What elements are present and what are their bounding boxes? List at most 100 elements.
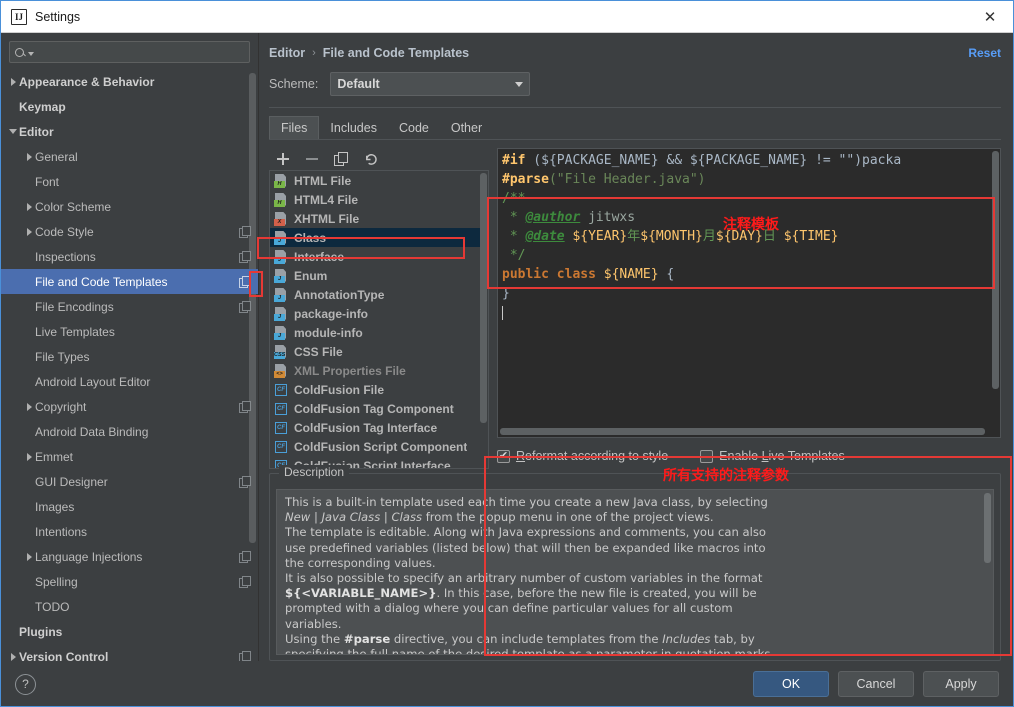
sidebar-item-label: File Types [35,350,250,364]
editor-hscrollbar[interactable] [500,428,985,435]
tab-label: Includes [330,121,377,135]
sidebar-item-appearance-behavior[interactable]: Appearance & Behavior [1,69,258,94]
description-text[interactable]: This is a built-in template used each ti… [276,489,994,655]
plus-icon[interactable] [275,151,291,167]
tab-files[interactable]: Files [269,116,319,139]
sidebar-item-font[interactable]: Font [1,169,258,194]
sidebar-item-file-types[interactable]: File Types [1,344,258,369]
description-line: New | Java Class | Class from the popup … [285,510,985,525]
template-tabs[interactable]: Files Includes CodeOther [269,116,1001,140]
file-template-label: HTML4 File [294,193,358,207]
code-line-2-rest: ("File Header.java") [549,172,706,187]
file-template-row[interactable]: JClass [270,228,488,247]
sidebar-item-intentions[interactable]: Intentions [1,519,258,544]
chevron-right-icon[interactable] [23,403,35,411]
tab-code[interactable]: Code [388,116,440,139]
file-template-row[interactable]: <>XML Properties File [270,361,488,380]
sidebar-item-copyright[interactable]: Copyright [1,394,258,419]
file-template-row[interactable]: CFColdFusion Tag Component [270,399,488,418]
chevron-right-icon[interactable] [23,453,35,461]
search-box[interactable] [9,41,250,63]
file-template-row[interactable]: JAnnotationType [270,285,488,304]
sidebar-item-inspections[interactable]: Inspections [1,244,258,269]
sidebar-item-version-control[interactable]: Version Control [1,644,258,661]
copy-settings-icon[interactable] [239,401,250,412]
file-template-row[interactable]: CSS CSS File [270,342,488,361]
sidebar-item-gui-designer[interactable]: GUI Designer [1,469,258,494]
sidebar-item-android-data-binding[interactable]: Android Data Binding [1,419,258,444]
file-template-row[interactable]: CFColdFusion Tag Interface [270,418,488,437]
file-template-label: CSS File [294,345,343,359]
file-template-row[interactable]: XXHTML File [270,209,488,228]
file-template-row[interactable]: CFColdFusion Script Component [270,437,488,456]
sidebar-item-label: Android Data Binding [35,425,250,439]
search-input[interactable] [34,45,244,59]
chevron-right-icon[interactable] [23,203,35,211]
copy-settings-icon[interactable] [239,551,250,562]
xhtml-file-icon: X [274,212,289,226]
file-template-row[interactable]: CFColdFusion File [270,380,488,399]
chevron-right-icon[interactable] [7,653,19,661]
copy-settings-icon[interactable] [239,251,250,262]
sidebar-item-general[interactable]: General [1,144,258,169]
apply-button[interactable]: Apply [923,671,999,697]
sidebar-item-android-layout-editor[interactable]: Android Layout Editor [1,369,258,394]
chevron-down-icon[interactable] [7,129,19,134]
sidebar-item-emmet[interactable]: Emmet [1,444,258,469]
settings-tree[interactable]: Appearance & BehaviorKeymapEditorGeneral… [1,69,258,661]
copy-settings-icon[interactable] [239,226,250,237]
file-templates-list[interactable]: HHTML FileHHTML4 FileXXHTML FileJClassJI… [269,170,489,469]
sidebar-item-color-scheme[interactable]: Color Scheme [1,194,258,219]
help-icon[interactable]: ? [15,674,36,695]
copy-settings-icon[interactable] [239,276,250,287]
reset-link[interactable]: Reset [968,46,1001,60]
breadcrumb: Editor › File and Code Templates Reset [269,39,1001,67]
file-list-scrollbar[interactable] [480,173,487,423]
cancel-button[interactable]: Cancel [838,671,914,697]
chevron-right-icon[interactable] [7,78,19,86]
file-template-label: Enum [294,269,327,283]
copy-settings-icon[interactable] [239,651,250,661]
sidebar-item-todo[interactable]: TODO [1,594,258,619]
copy-settings-icon[interactable] [239,476,250,487]
sidebar-item-file-and-code-templates[interactable]: File and Code Templates [1,269,258,294]
sidebar-item-file-encodings[interactable]: File Encodings [1,294,258,319]
tab-other[interactable]: Other [440,116,493,139]
copy-settings-icon[interactable] [239,576,250,587]
file-template-row[interactable]: JEnum [270,266,488,285]
minus-icon[interactable] [304,151,320,167]
description-scrollbar[interactable] [984,493,991,563]
file-template-row[interactable]: Jmodule-info [270,323,488,342]
copy-settings-icon[interactable] [239,301,250,312]
sidebar-item-editor[interactable]: Editor [1,119,258,144]
editor-vscrollbar[interactable] [992,151,999,389]
sidebar-item-language-injections[interactable]: Language Injections [1,544,258,569]
ok-button[interactable]: OK [753,671,829,697]
css-file-icon: CSS [274,345,289,359]
sidebar-item-label: Version Control [19,650,239,662]
sidebar-item-live-templates[interactable]: Live Templates [1,319,258,344]
file-template-row[interactable]: HHTML4 File [270,190,488,209]
sidebar-item-spelling[interactable]: Spelling [1,569,258,594]
file-template-row[interactable]: Jpackage-info [270,304,488,323]
close-icon[interactable]: ✕ [977,4,1003,30]
javadoc-author-value: jitwxs [580,210,635,225]
sidebar-item-code-style[interactable]: Code Style [1,219,258,244]
template-code-editor[interactable]: #if (${PACKAGE_NAME} && ${PACKAGE_NAME} … [497,148,1001,438]
copy-icon[interactable] [333,151,349,167]
enable-live-templates-checkbox[interactable] [700,450,713,463]
breadcrumb-parent[interactable]: Editor [269,46,305,60]
sidebar-item-keymap[interactable]: Keymap [1,94,258,119]
undo-icon[interactable] [362,151,378,167]
chevron-right-icon[interactable] [23,153,35,161]
sidebar-item-label: Spelling [35,575,239,589]
reformat-checkbox[interactable] [497,450,510,463]
chevron-right-icon[interactable] [23,228,35,236]
sidebar-item-plugins[interactable]: Plugins [1,619,258,644]
file-template-row[interactable]: JInterface [270,247,488,266]
tab-includes[interactable]: Includes [319,116,388,139]
sidebar-item-images[interactable]: Images [1,494,258,519]
chevron-right-icon[interactable] [23,553,35,561]
file-template-row[interactable]: HHTML File [270,171,488,190]
scheme-select[interactable]: Default [330,72,530,96]
